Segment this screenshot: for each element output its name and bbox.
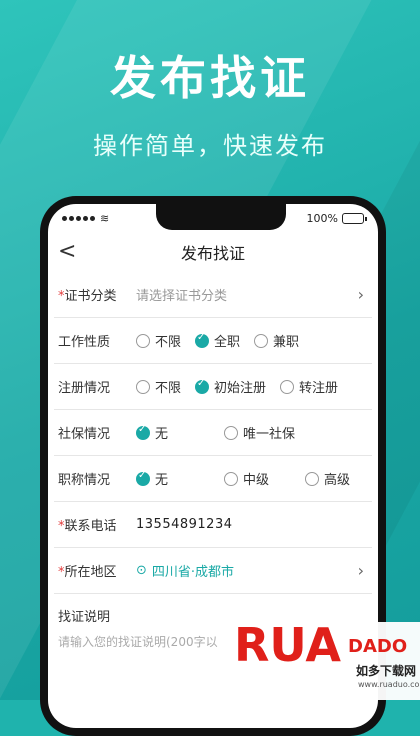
radio-icon: [136, 379, 150, 394]
region-select[interactable]: ⊙ 四川省·成都市: [136, 561, 234, 580]
battery-icon: [342, 212, 367, 224]
radio-icon: [224, 425, 239, 440]
cert-type-row[interactable]: *证书分类 请选择证书分类 ›: [54, 272, 372, 318]
promo-subline: 操作简单，快速发布: [93, 132, 327, 160]
phone-field[interactable]: 13554891234: [136, 517, 232, 532]
social-label: 社保情况: [58, 427, 111, 442]
work-type-option[interactable]: 兼职: [254, 331, 299, 350]
watermark-logo: RUA DADO 如多下载网 www.ruaduo.com: [230, 618, 420, 700]
region-row[interactable]: *所在地区 ⊙ 四川省·成都市 ›: [54, 548, 372, 594]
social-option[interactable]: 唯一社保: [224, 423, 295, 442]
register-row: 注册情况 不限 初始注册 转注册: [54, 364, 372, 410]
register-option[interactable]: 转注册: [280, 377, 338, 396]
radio-checked-icon: [136, 424, 150, 440]
battery-status: 100%: [306, 211, 367, 225]
radio-checked-icon: [195, 332, 210, 348]
work-type-row: 工作性质 不限 全职 兼职: [54, 318, 372, 364]
radio-checked-icon: [136, 470, 150, 486]
work-type-option[interactable]: 全职: [195, 331, 240, 350]
back-arrow-icon[interactable]: <: [58, 241, 76, 263]
title-level-option[interactable]: 高级: [305, 469, 350, 488]
radio-checked-icon: [195, 378, 210, 394]
radio-icon: [280, 379, 295, 394]
wifi-icon: ≋: [100, 211, 110, 225]
promo-headline: 发布找证: [110, 51, 310, 105]
phone-row: *联系电话 13554891234: [54, 502, 372, 548]
region-label: *所在地区: [58, 565, 117, 580]
work-type-option[interactable]: 不限: [136, 331, 181, 350]
nav-bar: < 发布找证: [48, 232, 378, 272]
watermark-url: www.ruaduo.com: [358, 680, 420, 689]
social-row: 社保情况 无 唯一社保: [54, 410, 372, 456]
radio-icon: [305, 471, 320, 486]
radio-icon: [136, 333, 150, 348]
phone-label: *联系电话: [58, 519, 117, 534]
watermark-main: RUA: [234, 618, 341, 672]
signal-icon: ≋: [62, 212, 109, 225]
register-option[interactable]: 不限: [136, 377, 181, 396]
cert-type-select[interactable]: 请选择证书分类: [136, 285, 358, 304]
register-option[interactable]: 初始注册: [195, 377, 266, 396]
watermark-sub: DADO: [348, 636, 408, 657]
chevron-right-icon: ›: [357, 285, 364, 304]
register-label: 注册情况: [58, 381, 111, 396]
radio-icon: [224, 471, 239, 486]
phone-notch: [156, 204, 286, 230]
page-title: 发布找证: [180, 244, 245, 263]
chevron-right-icon: ›: [357, 561, 364, 580]
radio-icon: [254, 333, 269, 348]
work-type-label: 工作性质: [58, 335, 111, 350]
title-level-row: 职称情况 无 中级 高级: [54, 456, 372, 502]
title-level-option[interactable]: 中级: [224, 469, 269, 488]
cert-type-label: *证书分类: [58, 289, 117, 304]
social-option[interactable]: 无: [136, 423, 168, 442]
battery-text: 100%: [306, 211, 338, 225]
title-level-label: 职称情况: [58, 473, 111, 488]
location-pin-icon: ⊙: [136, 563, 147, 578]
title-level-option[interactable]: 无: [136, 469, 168, 488]
watermark-cn: 如多下载网: [356, 664, 417, 678]
